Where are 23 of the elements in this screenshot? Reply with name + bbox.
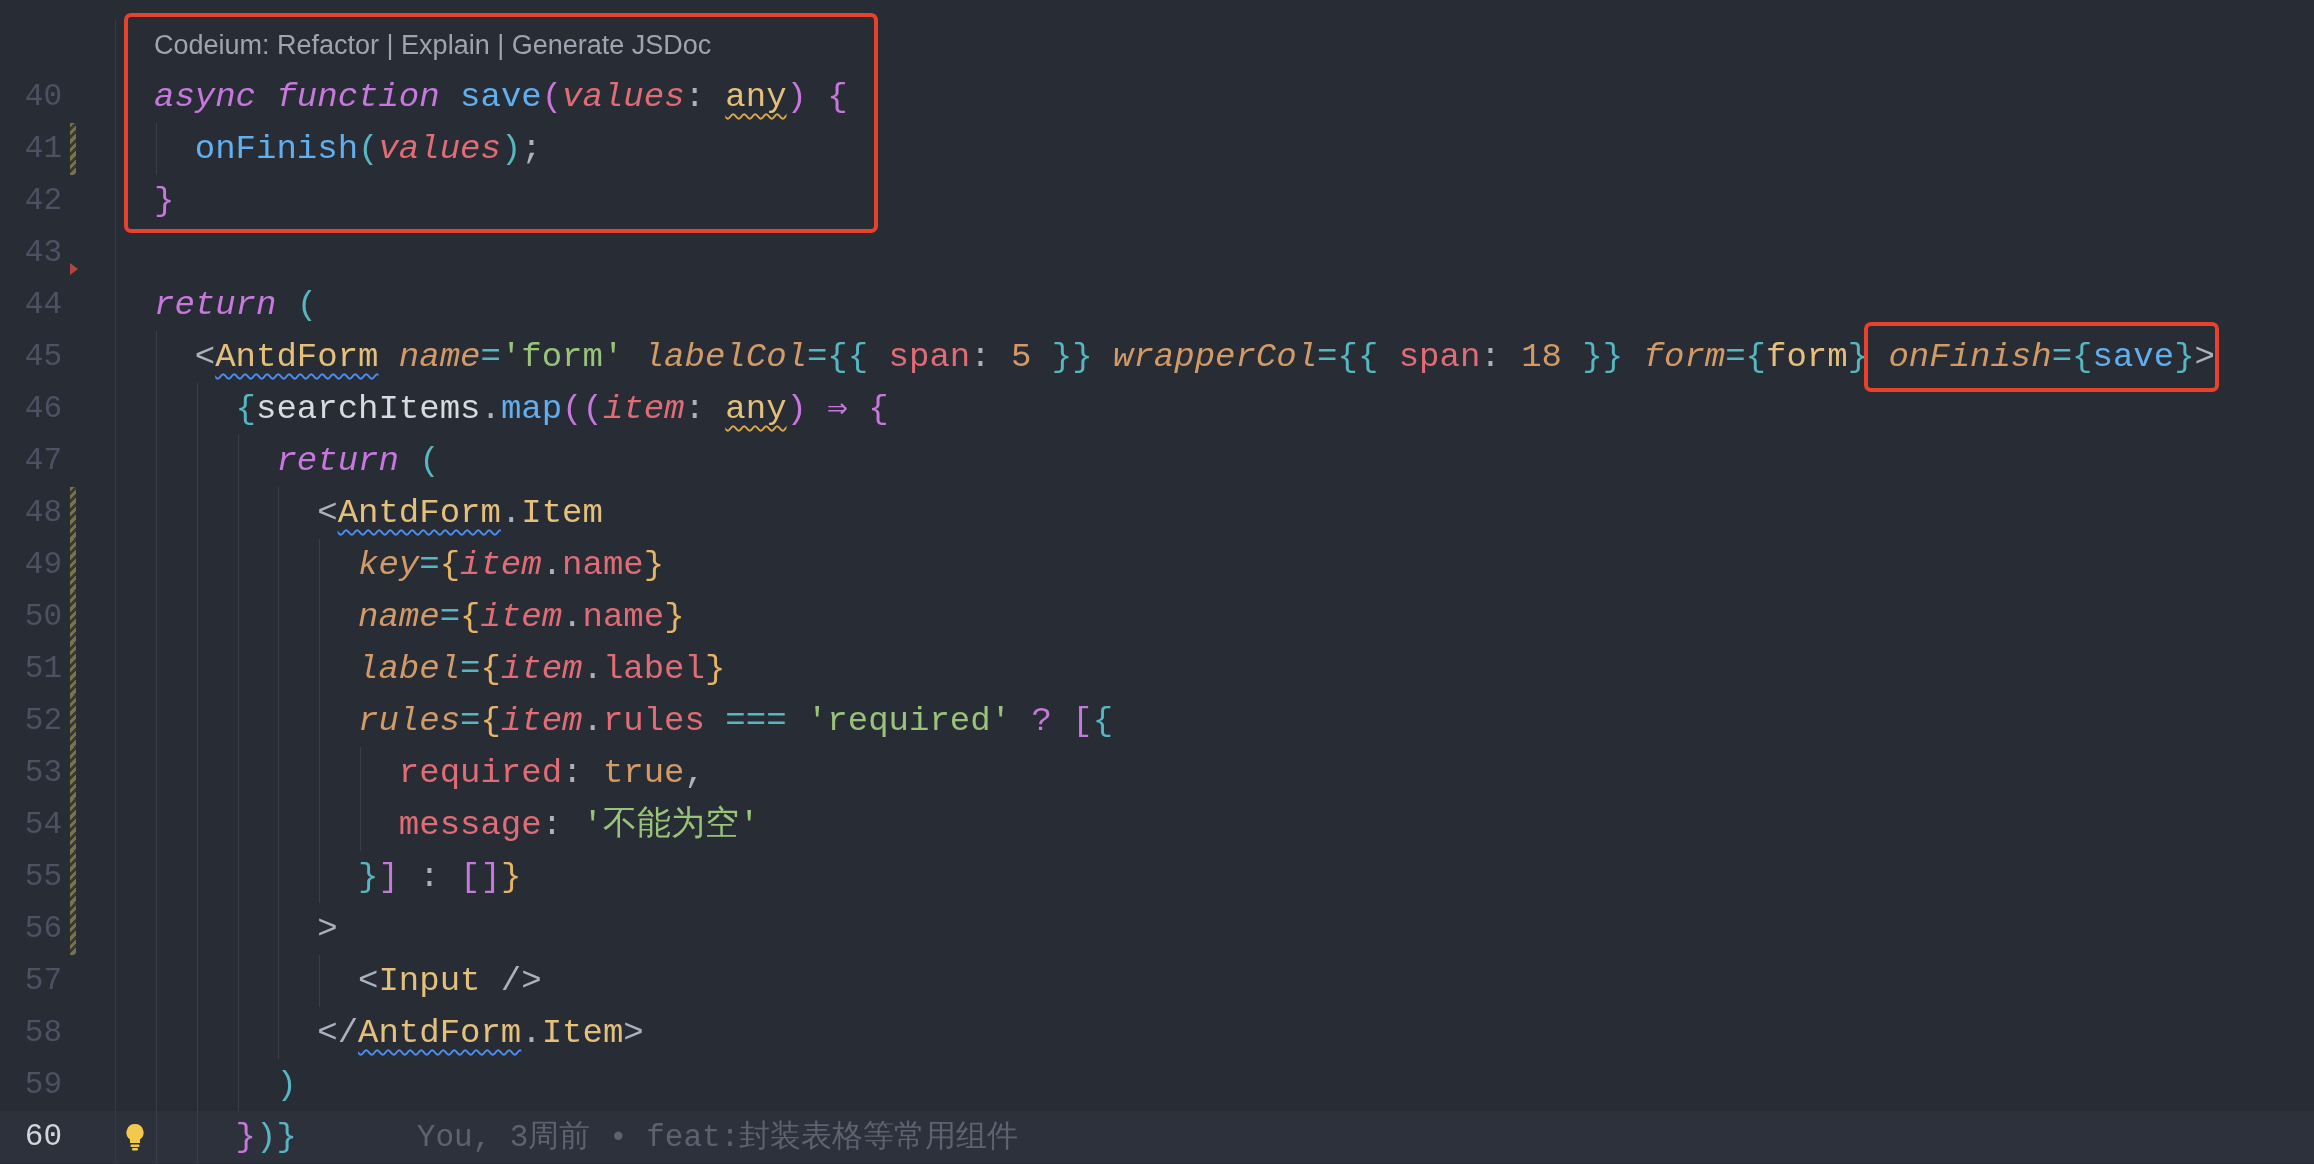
code-line: <AntdForm.Item [316, 493, 603, 534]
code-line: <AntdForm name='form' labelCol={{ span: 5 }} wrapperCol={{ span: 18 }} form={form} onFinish={save}> [193, 337, 2215, 378]
code-line: rules={item.rules === 'required' ? [{ [357, 701, 1114, 742]
code-line: </AntdForm.Item> [316, 1013, 644, 1054]
code-line: })} [234, 1117, 297, 1158]
code-line: ) [275, 1065, 297, 1106]
code-line: return ( [275, 441, 440, 482]
code-line: } [154, 181, 175, 222]
code-line: name={item.name} [357, 597, 685, 638]
code-line: onFinish(values); [193, 129, 542, 170]
code-line: }] : []} [357, 857, 522, 898]
code-line: async function save(values: any) { [154, 77, 848, 118]
code-line: message: '不能为空' [397, 804, 760, 846]
code-lens: Codeium: Refactor | Explain | Generate JSDoc [154, 29, 712, 62]
code-line: {searchItems.map((item: any) ⇒ { [234, 389, 889, 430]
line-number: 60 [23, 1118, 62, 1156]
lightbulb-icon[interactable] [125, 1123, 145, 1151]
code-line: label={item.label} [357, 649, 726, 690]
code-line: <Input /> [357, 961, 542, 1002]
code-line: return ( [154, 285, 318, 326]
code-line: > [316, 909, 338, 950]
code-line: key={item.name} [357, 545, 665, 586]
code-line: required: true, [397, 753, 705, 794]
